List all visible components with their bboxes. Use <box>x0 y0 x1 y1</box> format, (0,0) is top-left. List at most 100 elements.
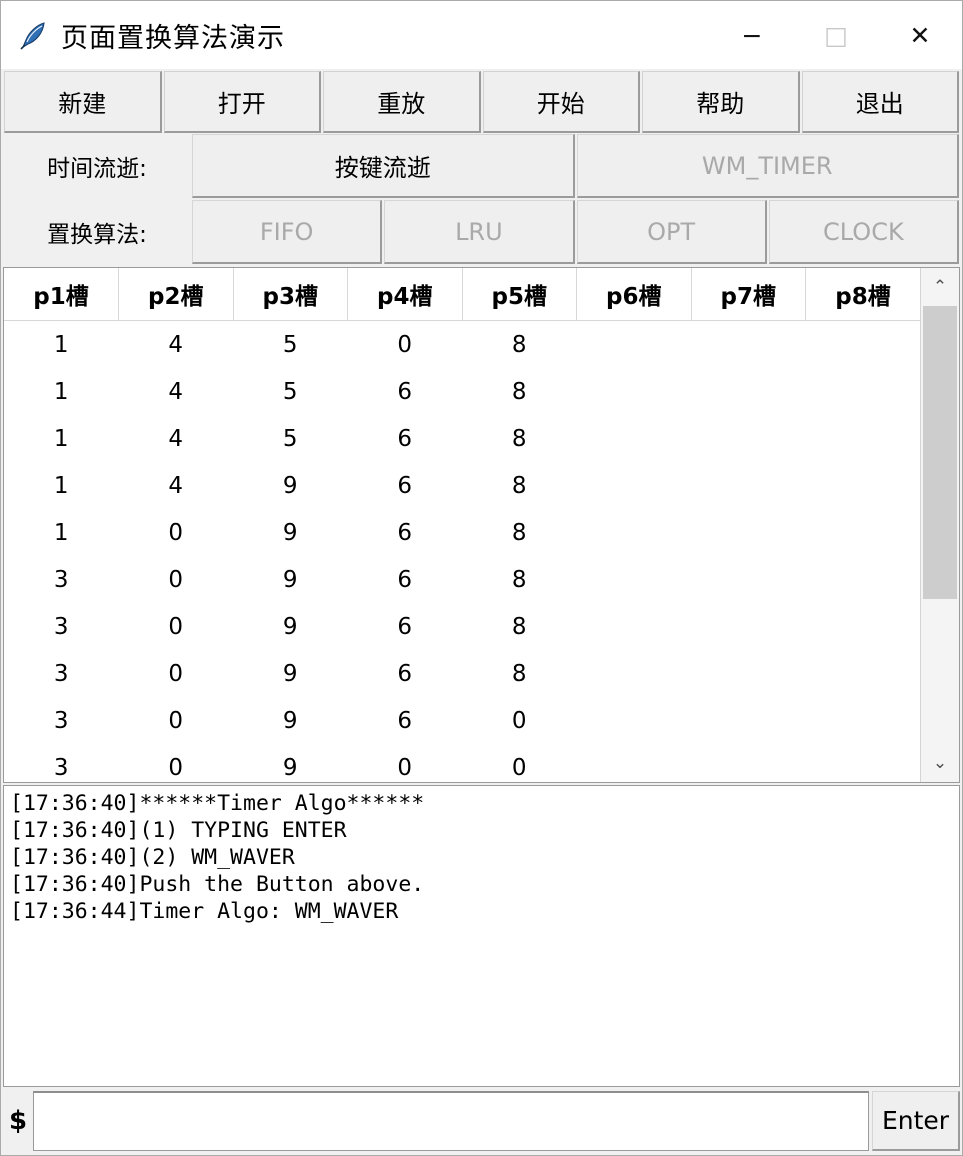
table-cell[interactable]: 3 <box>4 744 119 782</box>
table-cell[interactable]: 3 <box>4 603 119 650</box>
table-cell[interactable]: 0 <box>118 603 233 650</box>
table-cell[interactable]: 8 <box>462 509 577 556</box>
table-cell[interactable]: 0 <box>347 744 462 782</box>
table-row[interactable]: 14568 <box>4 368 920 415</box>
table-cell[interactable] <box>576 462 691 509</box>
algo-opt[interactable]: OPT <box>576 200 767 264</box>
table-cell[interactable]: 4 <box>118 462 233 509</box>
table-cell[interactable] <box>576 650 691 697</box>
table-cell[interactable] <box>805 744 920 782</box>
table-cell[interactable]: 8 <box>462 320 577 368</box>
start-button[interactable]: 开始 <box>482 71 640 133</box>
algo-lru[interactable]: LRU <box>384 200 575 264</box>
table-cell[interactable]: 1 <box>4 509 119 556</box>
table-cell[interactable]: 1 <box>4 320 119 368</box>
table-cell[interactable] <box>576 509 691 556</box>
table-cell[interactable] <box>576 744 691 782</box>
table-cell[interactable]: 4 <box>118 415 233 462</box>
table-cell[interactable]: 8 <box>462 603 577 650</box>
table-cell[interactable] <box>805 556 920 603</box>
table-cell[interactable] <box>805 415 920 462</box>
table-cell[interactable] <box>576 603 691 650</box>
table-cell[interactable]: 4 <box>118 368 233 415</box>
table-cell[interactable]: 3 <box>4 650 119 697</box>
table-cell[interactable]: 0 <box>118 509 233 556</box>
time-mode-wm-timer[interactable]: WM_TIMER <box>576 134 959 198</box>
table-cell[interactable]: 6 <box>347 697 462 744</box>
table-cell[interactable] <box>691 744 806 782</box>
new-button[interactable]: 新建 <box>4 71 162 133</box>
table-cell[interactable] <box>576 415 691 462</box>
minimize-button[interactable]: − <box>710 1 794 69</box>
table-cell[interactable] <box>576 556 691 603</box>
table-row[interactable]: 30968 <box>4 603 920 650</box>
table-cell[interactable] <box>805 462 920 509</box>
table-cell[interactable] <box>576 697 691 744</box>
replay-button[interactable]: 重放 <box>323 71 481 133</box>
time-mode-keypress[interactable]: 按键流逝 <box>192 134 575 198</box>
table-cell[interactable]: 1 <box>4 368 119 415</box>
help-button[interactable]: 帮助 <box>642 71 800 133</box>
table-cell[interactable]: 5 <box>233 415 348 462</box>
table-cell[interactable] <box>805 650 920 697</box>
table-cell[interactable] <box>805 509 920 556</box>
table-cell[interactable]: 6 <box>347 368 462 415</box>
table-cell[interactable] <box>691 650 806 697</box>
table-cell[interactable] <box>805 603 920 650</box>
table-cell[interactable]: 1 <box>4 462 119 509</box>
exit-button[interactable]: 退出 <box>801 71 959 133</box>
table-column-header[interactable]: p6槽 <box>576 268 692 321</box>
table-cell[interactable]: 9 <box>233 603 348 650</box>
table-cell[interactable]: 6 <box>347 509 462 556</box>
table-column-header[interactable]: p5槽 <box>462 268 577 321</box>
algo-fifo[interactable]: FIFO <box>192 200 383 264</box>
scrollbar-track[interactable] <box>921 306 959 744</box>
scrollbar-thumb[interactable] <box>923 306 957 600</box>
table-cell[interactable] <box>576 368 691 415</box>
table-row[interactable]: 30900 <box>4 744 920 782</box>
table-cell[interactable]: 8 <box>462 368 577 415</box>
open-button[interactable]: 打开 <box>163 71 321 133</box>
table-cell[interactable]: 6 <box>347 462 462 509</box>
table-cell[interactable] <box>691 556 806 603</box>
table-column-header[interactable]: p7槽 <box>691 268 806 321</box>
table-cell[interactable] <box>805 368 920 415</box>
table-cell[interactable]: 6 <box>347 603 462 650</box>
table-row[interactable]: 14968 <box>4 462 920 509</box>
table-cell[interactable]: 4 <box>118 320 233 368</box>
table-cell[interactable]: 3 <box>4 556 119 603</box>
table-cell[interactable]: 6 <box>347 650 462 697</box>
table-cell[interactable]: 6 <box>347 556 462 603</box>
scroll-up-icon[interactable]: ⌃ <box>921 268 959 306</box>
enter-button[interactable]: Enter <box>872 1091 960 1151</box>
table-cell[interactable] <box>691 603 806 650</box>
table-cell[interactable]: 1 <box>4 415 119 462</box>
table-cell[interactable]: 9 <box>233 509 348 556</box>
table-cell[interactable]: 9 <box>233 697 348 744</box>
table-cell[interactable]: 9 <box>233 744 348 782</box>
table-cell[interactable]: 0 <box>118 650 233 697</box>
table-cell[interactable]: 0 <box>462 697 577 744</box>
scroll-down-icon[interactable]: ⌄ <box>921 744 959 782</box>
table-column-header[interactable]: p3槽 <box>233 268 348 321</box>
table-cell[interactable]: 5 <box>233 320 348 368</box>
table-cell[interactable]: 9 <box>233 462 348 509</box>
log-output-panel[interactable]: [17:36:40]******Timer Algo****** [17:36:… <box>3 785 960 1087</box>
table-row[interactable]: 14508 <box>4 320 920 368</box>
table-cell[interactable]: 0 <box>118 697 233 744</box>
table-cell[interactable]: 8 <box>462 556 577 603</box>
table-cell[interactable]: 6 <box>347 415 462 462</box>
command-input[interactable] <box>33 1091 869 1151</box>
maximize-button[interactable]: □ <box>794 1 878 69</box>
table-cell[interactable] <box>691 462 806 509</box>
table-cell[interactable] <box>805 320 920 368</box>
table-column-header[interactable]: p4槽 <box>347 268 463 321</box>
table-cell[interactable]: 9 <box>233 650 348 697</box>
table-column-header[interactable]: p2槽 <box>118 268 234 321</box>
table-cell[interactable]: 0 <box>347 320 462 368</box>
table-cell[interactable] <box>691 368 806 415</box>
table-cell[interactable] <box>576 320 691 368</box>
table-row[interactable]: 10968 <box>4 509 920 556</box>
table-cell[interactable]: 3 <box>4 697 119 744</box>
table-cell[interactable] <box>691 415 806 462</box>
